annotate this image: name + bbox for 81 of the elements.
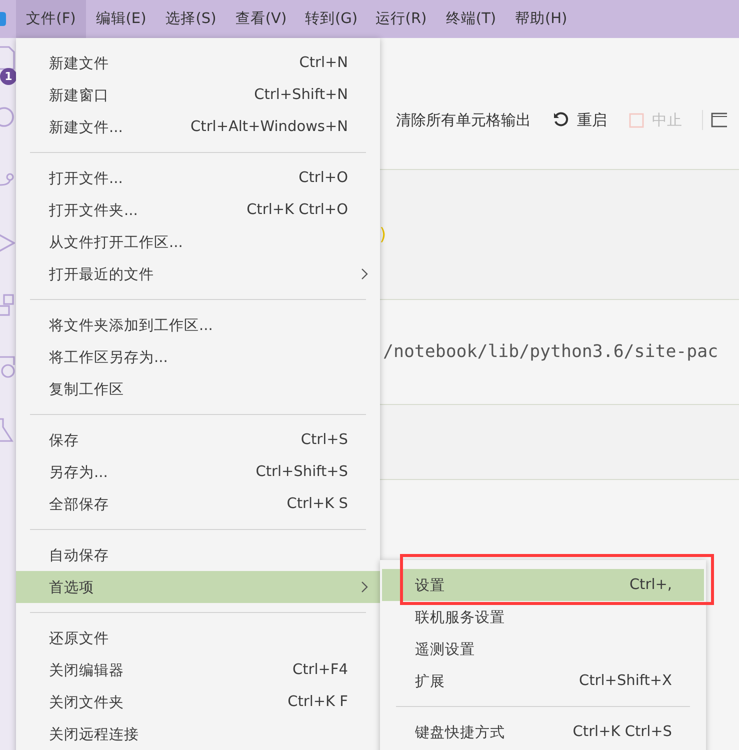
menu-item-label: 联机服务设置	[415, 608, 506, 626]
menu-item-label: 全部保存	[49, 496, 110, 514]
menu-bar-item[interactable]: 转到(G)	[296, 0, 366, 38]
shortcut-text: Ctrl+Shift+S	[256, 464, 348, 480]
menu-item-label: 键盘快捷方式	[415, 724, 506, 742]
code-text: )	[378, 224, 388, 244]
menu-item-label: 新建文件...	[49, 118, 124, 136]
menu-item[interactable]: 打开文件夹... Ctrl+K Ctrl+O	[16, 194, 380, 226]
menu-item-label: 关闭远程连接	[49, 726, 140, 744]
menu-item-label: 首选项	[49, 578, 95, 596]
menu-item-label: 新建文件	[49, 54, 110, 72]
menu-item[interactable]: 关闭远程连接	[16, 718, 380, 750]
shortcut-text: Ctrl+,	[629, 577, 672, 593]
menu-bar-item[interactable]: 编辑(E)	[86, 0, 156, 38]
menu-item[interactable]: 将文件夹添加到工作区...	[16, 309, 380, 341]
menu-item-label: 复制工作区	[49, 380, 125, 398]
shortcut-text: Ctrl+K F	[288, 694, 348, 710]
shortcut-text: Ctrl+F4	[292, 662, 348, 678]
menu-item[interactable]: 设置 Ctrl+,	[382, 569, 704, 601]
menu-item[interactable]: 新建文件... Ctrl+Alt+Windows+N	[16, 111, 380, 143]
menu-item[interactable]: 复制工作区	[16, 373, 380, 405]
shortcut-text: Ctrl+N	[299, 55, 348, 71]
menu-item[interactable]: 关闭编辑器 Ctrl+F4	[16, 654, 380, 686]
menu-item-label: 保存	[49, 432, 80, 450]
menu-item-label: 新建窗口	[49, 86, 110, 104]
remote-icon[interactable]	[0, 355, 15, 381]
menu-item[interactable]: 键盘快捷方式 Ctrl+K Ctrl+S	[382, 716, 704, 748]
menu-item-label: 遥测设置	[415, 640, 476, 658]
menu-bar-item[interactable]: 运行(R)	[366, 0, 436, 38]
menu-item-label: 设置	[415, 576, 446, 594]
menu-item[interactable]: 将工作区另存为...	[16, 341, 380, 373]
menu-item-label: 将工作区另存为...	[49, 348, 169, 366]
menu-item-label: 还原文件	[49, 630, 110, 648]
menu-item-label: 将文件夹添加到工作区...	[49, 316, 214, 334]
output-text: /notebook/lib/python3.6/site-pac	[383, 342, 718, 362]
shortcut-text: Ctrl+S	[300, 432, 348, 448]
shortcut-text: Ctrl+Alt+Windows+N	[190, 119, 348, 135]
menu-item[interactable]: 打开文件... Ctrl+O	[16, 162, 380, 194]
restart-button[interactable]: 重启	[549, 108, 611, 132]
menu-item[interactable]: 保存 Ctrl+S	[16, 424, 380, 456]
app-logo	[0, 12, 6, 26]
menu-item[interactable]: 全部保存 Ctrl+K S	[16, 488, 380, 520]
menu-item[interactable]: 新建文件 Ctrl+N	[16, 47, 380, 79]
menu-item[interactable]: 自动保存	[16, 539, 380, 571]
variables-icon[interactable]	[711, 112, 727, 128]
menu-bar-item[interactable]: 查看(V)	[226, 0, 296, 38]
shortcut-text: Ctrl+K Ctrl+S	[572, 724, 672, 740]
shortcut-text: Ctrl+K S	[286, 496, 348, 512]
extensions-icon[interactable]	[0, 293, 15, 319]
menu-bar-item[interactable]: 帮助(H)	[506, 0, 576, 38]
shortcut-text: Ctrl+Shift+X	[579, 673, 672, 689]
menu-item[interactable]: 首选项	[16, 571, 380, 603]
menu-item-label: 打开文件夹...	[49, 202, 139, 220]
shortcut-text: Ctrl+O	[298, 170, 348, 186]
menu-item[interactable]: 打开最近的文件	[16, 258, 380, 290]
shortcut-text: Ctrl+Shift+N	[254, 87, 348, 103]
stop-icon	[629, 112, 644, 128]
menu-bar-item[interactable]: 选择(S)	[156, 0, 226, 38]
menu-item[interactable]: 关闭文件夹 Ctrl+K F	[16, 686, 380, 718]
flask-icon[interactable]	[0, 417, 15, 443]
menu-item[interactable]: 从文件打开工作区...	[16, 226, 380, 258]
menu-item[interactable]: 扩展 Ctrl+Shift+X	[382, 665, 704, 697]
menu-item-label: 打开文件...	[49, 170, 124, 188]
menu-item[interactable]: 另存为... Ctrl+Shift+S	[16, 456, 380, 488]
menu-item-label: 扩展	[415, 672, 446, 690]
shortcut-text: Ctrl+K Ctrl+O	[246, 202, 348, 218]
menu-item[interactable]: 还原文件	[16, 622, 380, 654]
clear-button[interactable]: 清除所有单元格输出	[392, 108, 535, 132]
menu-item-label: 打开最近的文件	[49, 266, 155, 284]
menu-item[interactable]: 联机服务设置	[382, 601, 704, 633]
menu-item[interactable]: 遥测设置	[382, 633, 704, 665]
menu-item-label: 另存为...	[49, 464, 109, 482]
menu-item[interactable]: 新建窗口 Ctrl+Shift+N	[16, 79, 380, 111]
menu-item-label: 关闭编辑器	[49, 662, 125, 680]
file-icon[interactable]	[0, 45, 15, 71]
menu-item-label: 关闭文件夹	[49, 694, 125, 712]
menu-item-label: 从文件打开工作区...	[49, 234, 184, 252]
menu-bar-item[interactable]: 文件(F)	[16, 0, 86, 38]
restart-icon	[553, 112, 569, 128]
menu-bar-item[interactable]: 终端(T)	[436, 0, 506, 38]
menu-item-label: 自动保存	[49, 546, 110, 564]
